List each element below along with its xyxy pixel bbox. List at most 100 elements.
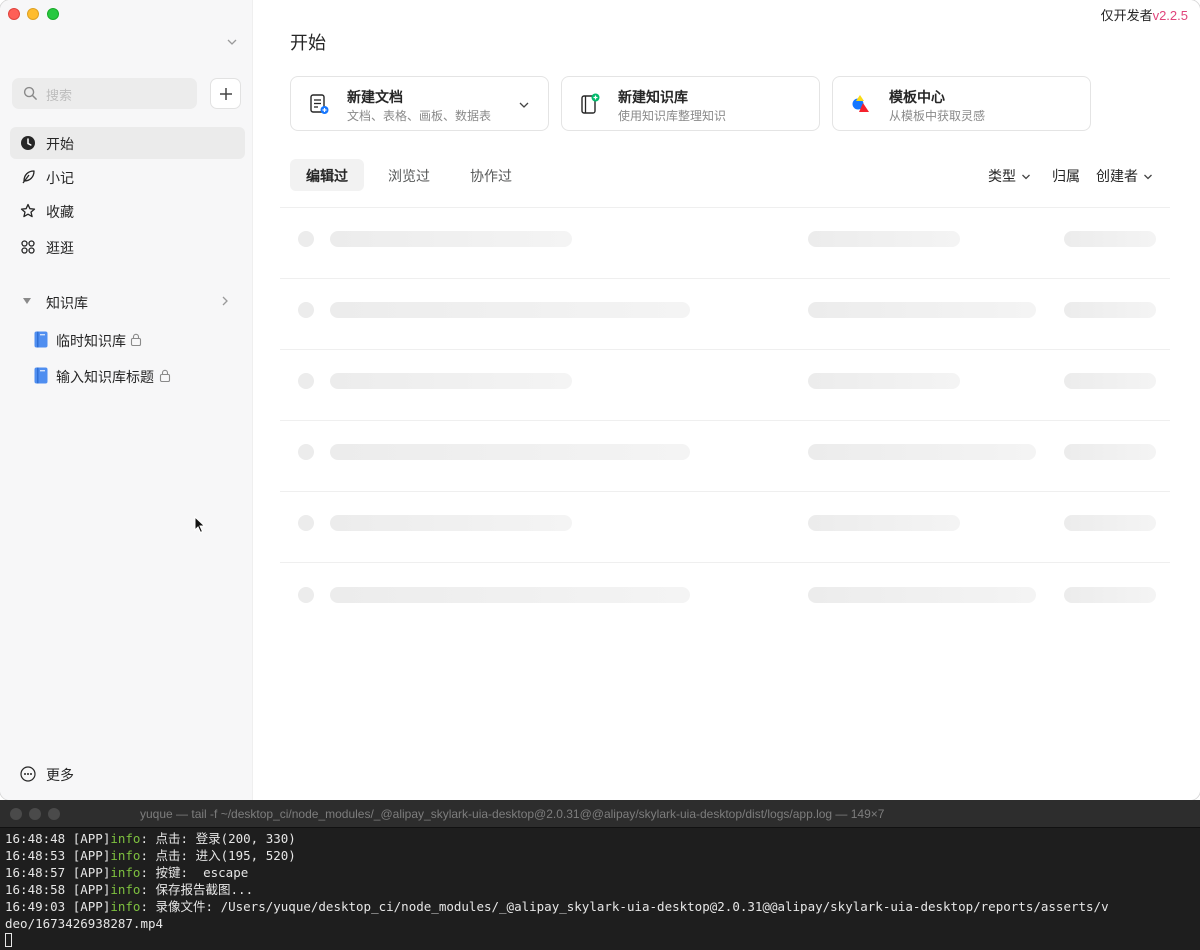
skeleton-meta: [808, 587, 1036, 603]
sidebar-item-label: 收藏: [46, 204, 74, 220]
chevron-down-icon: [1022, 174, 1030, 180]
skeleton-time: [1064, 515, 1156, 531]
zoom-window-button[interactable]: [48, 808, 60, 820]
knowledge-base-title: 临时知识库: [56, 333, 126, 349]
type-filter-label: 类型: [988, 168, 1016, 184]
row-divider: [280, 349, 1170, 350]
skeleton-time: [1064, 373, 1156, 389]
plus-icon: [220, 88, 232, 100]
skeleton-icon: [298, 444, 314, 460]
lock-icon: [130, 333, 142, 346]
row-divider: [280, 278, 1170, 279]
row-divider: [280, 491, 1170, 492]
row-divider: [280, 420, 1170, 421]
skeleton-meta: [808, 444, 1036, 460]
knowledge-base-title: 输入知识库标题: [56, 369, 154, 385]
template-center-card[interactable]: 模板中心 从模板中获取灵感: [832, 76, 1091, 131]
skeleton-title: [330, 444, 690, 460]
log-line: 16:49:03 [APP]info: 录像文件: /Users/yuque/d…: [5, 899, 1109, 914]
new-document-card[interactable]: 新建文档 文档、表格、画板、数据表: [290, 76, 549, 131]
sidebar-item-label: 逛逛: [46, 240, 74, 256]
more-label: 更多: [46, 767, 74, 783]
list-divider: [280, 207, 1170, 208]
terminal-title-bar: yuque — tail -f ~/desktop_ci/node_module…: [0, 800, 1200, 828]
chevron-down-icon[interactable]: [518, 99, 530, 111]
knowledge-base-item[interactable]: 临时知识库: [30, 325, 245, 355]
terminal-title: yuque — tail -f ~/desktop_ci/node_module…: [140, 807, 885, 821]
log-line: 16:48:57 [APP]info: 按键: escape: [5, 865, 249, 880]
sidebar: 搜索 开始 小记 收藏 逛逛 知识库 临时知识库 输入知识库标题 更多: [0, 0, 253, 800]
zoom-window-button[interactable]: [47, 8, 59, 20]
log-line: 16:48:58 [APP]info: 保存报告截图...: [5, 882, 254, 897]
log-line: deo/1673426938287.mp4: [5, 916, 164, 931]
chevron-down-icon[interactable]: [226, 36, 238, 48]
chevron-right-icon[interactable]: [219, 295, 231, 307]
knowledge-base-section[interactable]: 知识库: [10, 286, 245, 318]
close-window-button[interactable]: [8, 8, 20, 20]
creator-filter-label: 创建者: [1096, 168, 1138, 184]
skeleton-meta: [808, 515, 960, 531]
skeleton-title: [330, 302, 690, 318]
new-knowledge-base-card[interactable]: 新建知识库 使用知识库整理知识: [561, 76, 820, 131]
mouse-cursor-icon: [194, 516, 206, 534]
main-content: 仅开发者v2.2.5 开始 新建文档 文档、表格、画板、数据表 新建知识库 使用…: [254, 0, 1200, 800]
card-title: 新建文档: [347, 89, 403, 105]
log-line: 16:48:48 [APP]info: 点击: 登录(200, 330): [5, 831, 296, 846]
sidebar-item-explore[interactable]: 逛逛: [10, 231, 245, 263]
sidebar-item-start[interactable]: 开始: [10, 127, 245, 159]
card-subtitle: 使用知识库整理知识: [618, 109, 727, 123]
skeleton-title: [330, 231, 572, 247]
terminal-window: yuque — tail -f ~/desktop_ci/node_module…: [0, 800, 1200, 950]
desktop: 搜索 开始 小记 收藏 逛逛 知识库 临时知识库 输入知识库标题 更多 仅开发者…: [0, 0, 1200, 950]
minimize-window-button[interactable]: [27, 8, 39, 20]
add-button[interactable]: [210, 78, 241, 109]
log-line: 16:48:53 [APP]info: 点击: 进入(195, 520): [5, 848, 296, 863]
terminal-output[interactable]: 16:48:48 [APP]info: 点击: 登录(200, 330) 16:…: [5, 830, 1195, 949]
close-window-button[interactable]: [10, 808, 22, 820]
skeleton-time: [1064, 444, 1156, 460]
belongs-filter[interactable]: 归属: [1052, 166, 1080, 186]
caret-down-icon[interactable]: [22, 297, 32, 305]
minimize-window-button[interactable]: [29, 808, 41, 820]
tab-viewed[interactable]: 浏览过: [372, 159, 446, 191]
row-divider: [280, 562, 1170, 563]
skeleton-icon: [298, 373, 314, 389]
search-input[interactable]: 搜索: [12, 78, 197, 109]
tab-collaborated[interactable]: 协作过: [454, 159, 528, 191]
skeleton-title: [330, 587, 690, 603]
skeleton-meta: [808, 373, 960, 389]
card-title: 新建知识库: [618, 89, 688, 105]
skeleton-time: [1064, 231, 1156, 247]
sidebar-item-label: 小记: [46, 170, 74, 186]
knowledge-base-item[interactable]: 输入知识库标题: [30, 361, 245, 391]
terminal-prompt: [5, 932, 1195, 949]
skeleton-icon: [298, 302, 314, 318]
book-icon: [34, 331, 48, 348]
skeleton-icon: [298, 515, 314, 531]
terminal-cursor: [5, 933, 12, 947]
type-filter[interactable]: 类型: [988, 166, 1031, 186]
page-title: 开始: [290, 33, 326, 53]
dev-badge-text: 仅开发者: [1100, 8, 1153, 23]
more-button[interactable]: 更多: [10, 758, 245, 790]
skeleton-meta: [808, 231, 960, 247]
card-subtitle: 从模板中获取灵感: [889, 109, 986, 123]
search-placeholder: 搜索: [46, 88, 73, 103]
skeleton-title: [330, 373, 572, 389]
belongs-filter-label: 归属: [1052, 168, 1080, 184]
version-label: v2.2.5: [1152, 8, 1188, 23]
sidebar-item-label: 开始: [46, 136, 74, 152]
new-doc-icon: [310, 94, 329, 114]
chevron-down-icon: [1144, 174, 1152, 180]
sidebar-item-favorites[interactable]: 收藏: [10, 195, 245, 227]
skeleton-time: [1064, 587, 1156, 603]
card-title: 模板中心: [889, 89, 945, 105]
more-icon: [20, 766, 36, 782]
creator-filter[interactable]: 创建者: [1096, 166, 1153, 186]
sidebar-item-notes[interactable]: 小记: [10, 161, 245, 193]
star-icon: [20, 203, 36, 218]
tab-edited[interactable]: 编辑过: [290, 159, 364, 191]
skeleton-title: [330, 515, 572, 531]
clock-icon: [21, 136, 35, 150]
lock-icon: [159, 369, 171, 382]
